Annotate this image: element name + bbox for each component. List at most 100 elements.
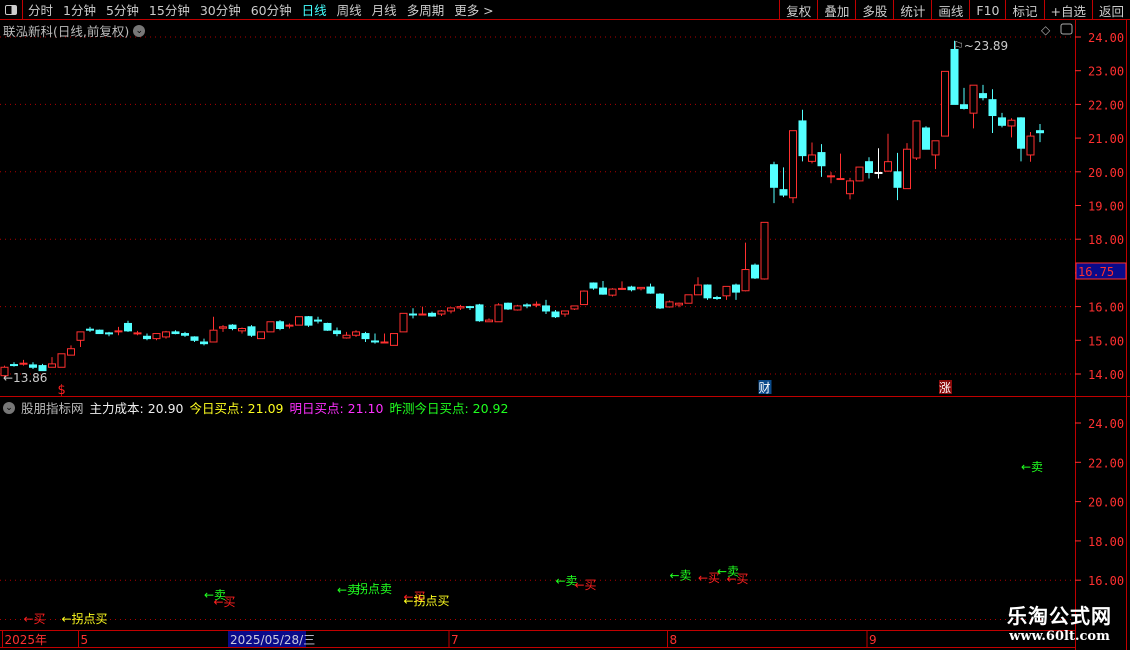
- candle-body: [998, 117, 1006, 126]
- candle-body: [1007, 119, 1016, 127]
- candle-body: [48, 363, 56, 368]
- candle-body: [124, 322, 132, 332]
- candle-body: [10, 364, 18, 367]
- candle: [437, 309, 446, 317]
- candle: [988, 89, 997, 134]
- candle: [276, 320, 284, 331]
- candle-body: [589, 282, 598, 289]
- candle: [931, 140, 940, 170]
- candle-body: [114, 330, 123, 333]
- indicator-name: 股朋指标网: [21, 401, 84, 416]
- candle-body: [1036, 130, 1044, 134]
- candle-body: [713, 297, 721, 300]
- candle: [912, 120, 921, 161]
- candle: [352, 330, 360, 337]
- candle-body: [703, 284, 712, 299]
- candle-body: [257, 331, 265, 340]
- signal-buy: ←买: [727, 572, 749, 586]
- candle-body: [675, 302, 683, 306]
- chevron-down-icon[interactable]: ⌄: [3, 401, 15, 414]
- candle: [694, 277, 702, 296]
- candle: [266, 321, 275, 333]
- candle-body: [475, 304, 484, 322]
- candle: [333, 327, 341, 337]
- candle-body: [143, 335, 151, 340]
- signal-buy: ←买: [214, 595, 236, 609]
- watermark-logo: 乐淘公式网 www.60lt.com: [1007, 600, 1112, 644]
- candle-body: [190, 336, 199, 341]
- candle-body: [751, 264, 759, 279]
- candle: [143, 333, 151, 341]
- candle-body: [779, 189, 788, 196]
- candle: [836, 153, 845, 181]
- candle: [817, 144, 826, 177]
- candle-body: [808, 154, 816, 162]
- candle: [209, 316, 218, 343]
- kline-chart[interactable]: 24.0023.0022.0021.0020.0019.0018.0017.00…: [0, 0, 1130, 650]
- candle-body: [532, 303, 541, 306]
- candle-body: [323, 322, 332, 331]
- candle-body: [447, 307, 455, 312]
- signal-buy: ←买: [575, 578, 597, 592]
- diamond-icon: ◇: [1041, 23, 1051, 37]
- candle-body: [551, 311, 560, 318]
- candle: [808, 142, 816, 164]
- candle: [656, 293, 664, 309]
- chevron-down-icon[interactable]: ⌄: [133, 24, 146, 37]
- date-label: 8: [670, 633, 678, 647]
- candle-body: [219, 326, 227, 329]
- date-label: 5: [81, 633, 89, 647]
- candle-body: [304, 316, 313, 326]
- candle: [162, 330, 170, 339]
- candle: [922, 126, 930, 150]
- candle-body: [884, 161, 892, 172]
- candle-body: [941, 70, 949, 137]
- candle-body: [599, 287, 607, 295]
- signal-sell: 拐点卖: [356, 581, 392, 596]
- candle-body: [960, 104, 968, 109]
- candle: [86, 326, 94, 332]
- candle-body: [181, 333, 189, 336]
- candle: [485, 318, 493, 323]
- candle: [865, 157, 873, 179]
- candle-body: [409, 313, 417, 316]
- candle-body: [789, 130, 797, 199]
- y-tick-label: 18.00: [1088, 233, 1124, 247]
- date-label: 2025年: [5, 633, 48, 647]
- candle: [855, 166, 864, 182]
- candle: [57, 353, 66, 368]
- candle-body: [76, 331, 85, 341]
- candle: [228, 324, 237, 331]
- candle-body: [969, 84, 978, 114]
- date-label: 9: [869, 633, 877, 647]
- candle: [371, 333, 379, 344]
- candle-body: [523, 304, 531, 307]
- candle-body: [67, 348, 75, 356]
- candle: [257, 331, 265, 340]
- candle: [76, 331, 85, 348]
- candle: [675, 302, 683, 308]
- y-tick-label: 22.00: [1088, 98, 1124, 112]
- candle: [200, 338, 208, 346]
- candle-body: [456, 306, 465, 309]
- candle: [608, 288, 617, 297]
- candle: [428, 311, 436, 317]
- candle: [551, 309, 560, 319]
- candle: [29, 362, 37, 369]
- candle-body: [722, 285, 731, 297]
- candle-body: [865, 161, 873, 173]
- candle: [760, 221, 769, 280]
- candle-body: [618, 287, 626, 290]
- candle-body: [561, 310, 569, 315]
- candle: [893, 152, 902, 201]
- candle: [998, 112, 1006, 128]
- candle-body: [390, 333, 398, 346]
- candle: [618, 281, 626, 290]
- candle-body: [333, 330, 341, 335]
- candle: [846, 177, 854, 200]
- candle-body: [200, 341, 208, 345]
- candle-body: [513, 305, 522, 311]
- candle: [247, 325, 256, 337]
- candle: [285, 323, 294, 329]
- candle-body: [171, 331, 180, 335]
